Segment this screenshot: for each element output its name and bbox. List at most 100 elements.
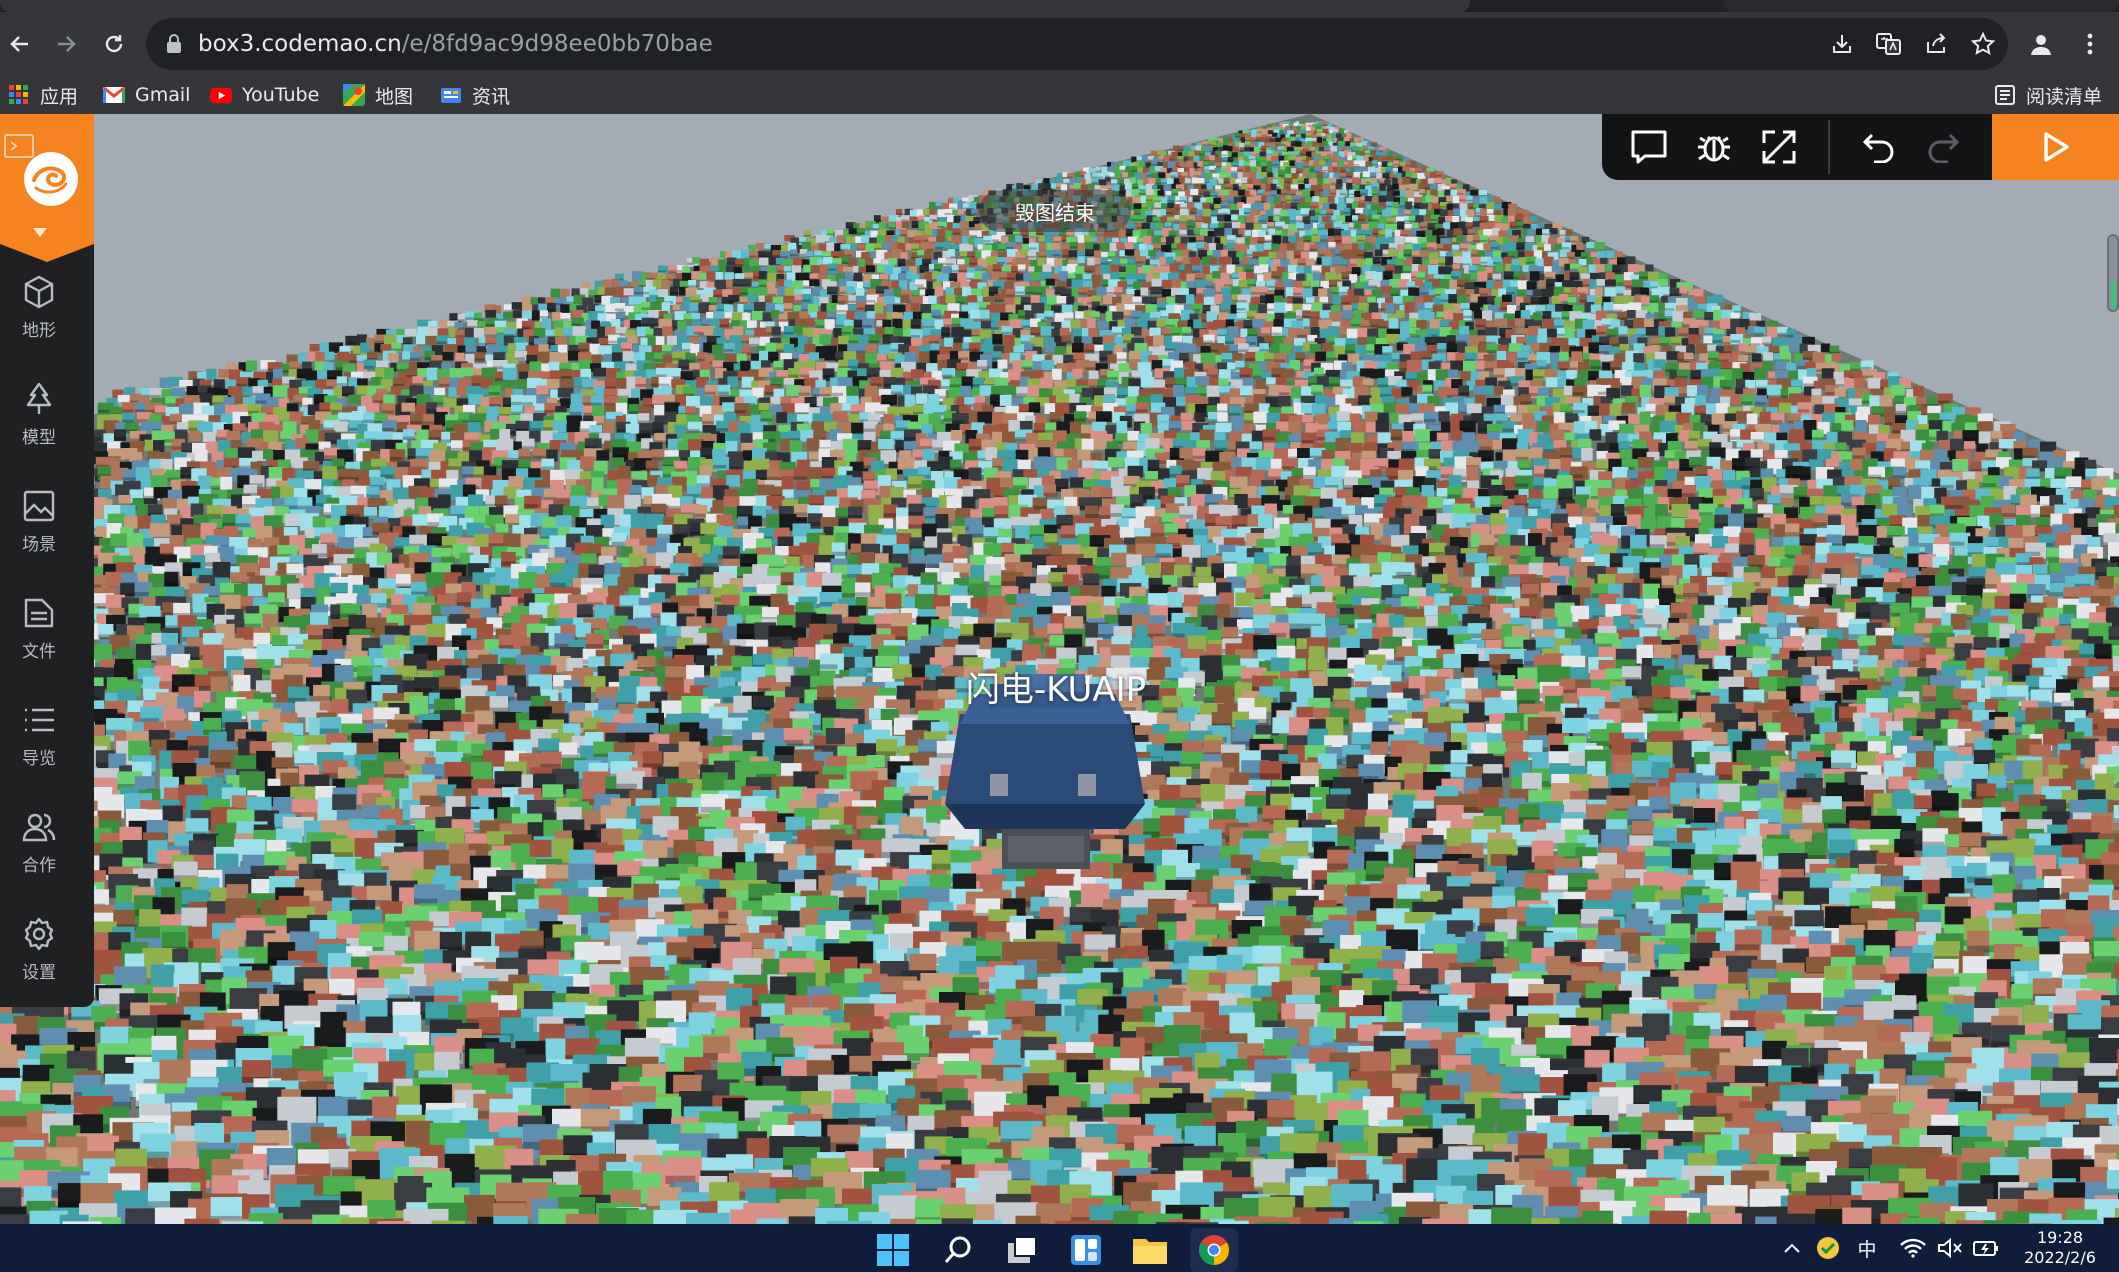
right-edge-slider[interactable] — [2107, 234, 2119, 312]
forward-arrow-icon — [58, 36, 76, 52]
sidebar-item-label: 文件 — [22, 642, 56, 662]
bookmark-gmail[interactable]: Gmail — [103, 80, 190, 110]
bookmark-news[interactable]: 资讯 — [440, 80, 510, 110]
logo-menu-button[interactable] — [0, 114, 94, 262]
clock-time: 19:28 — [2036, 1228, 2084, 1247]
sidebar-item-scene[interactable]: 场景 — [0, 488, 78, 578]
editor-sidebar: 地形 模型 场景 文件 导览 合作 设置 — [0, 114, 94, 1007]
search-button[interactable] — [934, 1228, 982, 1272]
sidebar-item-settings[interactable]: 设置 — [0, 916, 78, 1006]
debug-button[interactable] — [1691, 124, 1737, 170]
chrome-taskbar-button[interactable] — [1190, 1228, 1238, 1272]
share-button[interactable] — [1920, 28, 1952, 60]
address-bar[interactable]: box3.codemao.cn/e/8fd9ac9d98ee0bb70bae — [146, 18, 2008, 70]
sidebar-item-terrain[interactable]: 地形 — [0, 274, 78, 364]
tree-icon — [26, 382, 52, 414]
bookmark-apps[interactable]: 应用 — [8, 80, 78, 110]
users-icon — [22, 813, 56, 842]
file-icon — [24, 598, 54, 628]
chrome-icon — [1198, 1235, 1230, 1265]
fullscreen-button[interactable] — [1756, 124, 1802, 170]
wifi-button[interactable] — [1897, 1232, 1929, 1264]
task-view-button[interactable] — [998, 1228, 1046, 1272]
reading-list-label: 阅读清单 — [2026, 85, 2103, 108]
translate-button[interactable] — [1873, 28, 1905, 60]
ime-indicator[interactable]: 中 — [1850, 1232, 1884, 1264]
fullscreen-icon — [1762, 130, 1796, 164]
chevron-down-icon — [33, 228, 47, 237]
bookmark-label: 地图 — [375, 85, 414, 108]
sidebar-item-label: 设置 — [22, 963, 56, 983]
news-icon — [440, 84, 462, 106]
battery-charging-icon — [1973, 1241, 1998, 1256]
bookmark-star-icon — [1971, 32, 1995, 56]
bug-icon — [1698, 135, 1730, 162]
apps-grid-icon — [8, 84, 30, 106]
chevron-up-icon — [1784, 1243, 1800, 1253]
install-app-button[interactable] — [1826, 28, 1858, 60]
taskbar-clock[interactable]: 19:28 2022/2/6 — [2010, 1228, 2110, 1268]
youtube-icon — [210, 84, 232, 106]
sidebar-item-label: 地形 — [22, 321, 56, 341]
status-toast: 毁图结束 — [979, 190, 1131, 232]
sidebar-item-file[interactable]: 文件 — [0, 595, 78, 685]
browser-menu-button[interactable] — [2070, 24, 2110, 64]
3d-viewport[interactable]: 毁图结束 闪电-KUAIP 地形 模型 场景 文件 导览 合作 设置 — [0, 114, 2119, 1224]
battery-button[interactable] — [1970, 1232, 2002, 1264]
reload-icon — [105, 35, 123, 53]
logo-tab-point — [0, 244, 94, 262]
bookmark-star-button[interactable] — [1967, 28, 1999, 60]
bookmark-label: YouTube — [242, 84, 320, 106]
security-tray-button[interactable] — [1812, 1232, 1844, 1264]
player-name-label: 闪电-KUAIP — [965, 670, 1147, 710]
folder-icon — [1133, 1239, 1167, 1264]
widgets-button[interactable] — [1062, 1228, 1110, 1272]
bookmark-label: 应用 — [40, 85, 79, 108]
redo-button[interactable] — [1920, 124, 1966, 170]
chat-button[interactable] — [1626, 124, 1672, 170]
play-button[interactable] — [1992, 114, 2119, 180]
reload-button[interactable] — [94, 24, 134, 64]
url-text: box3.codemao.cn/e/8fd9ac9d98ee0bb70bae — [198, 30, 713, 58]
task-view-icon — [1008, 1236, 1037, 1263]
inactive-tab[interactable] — [1724, 0, 2119, 12]
wifi-icon — [1900, 1238, 1926, 1258]
url-host: box3.codemao.cn — [198, 31, 402, 57]
profile-icon — [2031, 35, 2051, 55]
translate-icon — [1876, 33, 1901, 55]
bookmark-label: 资讯 — [472, 85, 511, 108]
back-button[interactable] — [0, 24, 40, 64]
widgets-icon — [1071, 1235, 1101, 1265]
volume-button[interactable] — [1934, 1232, 1966, 1264]
toolbar-divider — [1828, 120, 1830, 174]
volume-muted-icon — [1938, 1237, 1962, 1259]
active-tab[interactable] — [0, 0, 1470, 12]
tray-overflow-button[interactable] — [1777, 1232, 1807, 1264]
redo-icon — [1928, 133, 1960, 163]
profile-button[interactable] — [2021, 24, 2061, 64]
undo-button[interactable] — [1856, 124, 1902, 170]
lock-icon[interactable] — [166, 34, 182, 54]
clock-date: 2022/2/6 — [2024, 1248, 2096, 1267]
sidebar-item-navigation[interactable]: 导览 — [0, 702, 78, 792]
reading-list[interactable]: 阅读清单 — [1994, 80, 2102, 110]
undo-icon — [1862, 133, 1894, 163]
bookmarks-bar: 应用 Gmail YouTube 地图 资讯 阅读清单 — [0, 76, 2119, 114]
sidebar-item-label: 模型 — [22, 428, 56, 448]
start-button[interactable] — [869, 1228, 917, 1272]
install-app-icon — [1833, 35, 1851, 53]
file-explorer-button[interactable] — [1126, 1228, 1174, 1272]
sidebar-item-collaboration[interactable]: 合作 — [0, 809, 78, 899]
forward-button[interactable] — [46, 24, 86, 64]
gear-icon — [24, 917, 54, 951]
play-icon — [2043, 132, 2069, 162]
bookmark-maps[interactable]: 地图 — [343, 80, 413, 110]
shield-check-icon — [1817, 1237, 1839, 1259]
bookmark-youtube[interactable]: YouTube — [210, 80, 319, 110]
cube-icon — [24, 275, 54, 309]
gmail-icon — [103, 84, 125, 106]
windows-icon — [877, 1234, 909, 1266]
sidebar-item-model[interactable]: 模型 — [0, 381, 78, 471]
search-icon — [944, 1236, 971, 1263]
reading-list-icon — [1994, 84, 2016, 106]
